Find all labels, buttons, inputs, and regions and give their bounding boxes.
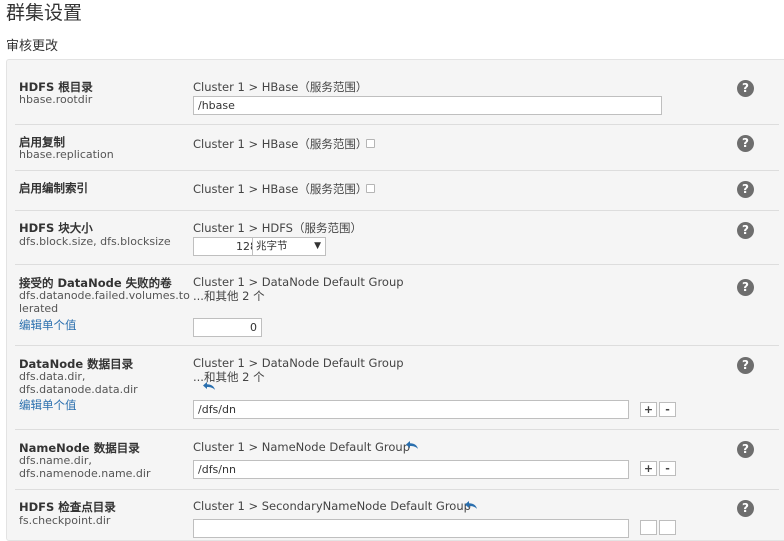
help-icon[interactable]: ? [737,357,754,374]
setting-key: dfs.datanode.failed.volumes.to [19,289,190,302]
setting-row-hbase-replication: 启用复制 hbase.replication Cluster 1 > HBase… [7,125,779,170]
setting-key: hbase.replication [19,148,114,161]
checkpoint-dir-input[interactable] [193,519,629,538]
edit-individual-values-link[interactable]: 编辑单个值 [19,317,77,333]
setting-key: dfs.name.dir, [19,454,92,467]
help-icon[interactable]: ? [737,222,754,239]
datanode-dir-input[interactable]: /dfs/dn [193,400,629,419]
setting-key: hbase.rootdir [19,93,93,106]
setting-key: dfs.datanode.data.dir [19,383,138,396]
failed-volumes-input[interactable]: 0 [193,318,262,337]
setting-key: dfs.data.dir, [19,370,86,383]
remove-value-button[interactable]: - [659,402,676,417]
setting-label: HDFS 检查点目录 [19,500,116,514]
setting-row-datanode-dir: DataNode 数据目录 dfs.data.dir, dfs.datanode… [7,346,779,429]
setting-key: dfs.block.size, dfs.blocksize [19,235,171,248]
setting-label: 启用编制索引 [19,181,88,195]
add-value-button[interactable]: + [640,461,657,476]
setting-row-failed-volumes: 接受的 DataNode 失败的卷 dfs.datanode.failed.vo… [7,265,779,345]
scope-label: Cluster 1 > DataNode Default Group [193,356,404,370]
setting-row-namenode-dir: NameNode 数据目录 dfs.name.dir, dfs.namenode… [7,430,779,489]
edit-individual-values-link[interactable]: 编辑单个值 [19,397,77,413]
remove-value-button[interactable]: - [659,461,676,476]
revert-arrow-icon[interactable] [464,500,478,510]
page-subtitle: 审核更改 [6,39,59,54]
page-title: 群集设置 [6,2,83,24]
setting-row-checkpoint-dir: HDFS 检查点目录 fs.checkpoint.dir Cluster 1 >… [7,490,779,540]
settings-panel: HDFS 根目录 hbase.rootdir Cluster 1 > HBase… [6,59,784,541]
scope-label: Cluster 1 > DataNode Default Group [193,275,404,289]
more-groups-label: ...和其他 2 个 [193,289,265,303]
unit-label: 兆字节 [256,240,288,252]
revert-arrow-icon[interactable] [405,440,419,450]
scope-label: Cluster 1 > HBase（服务范围） [193,137,368,151]
setting-key: dfs.namenode.name.dir [19,467,151,480]
setting-row-hbase-rootdir: HDFS 根目录 hbase.rootdir Cluster 1 > HBase… [7,60,779,124]
namenode-dir-input[interactable]: /dfs/nn [193,460,629,479]
help-icon[interactable]: ? [737,181,754,198]
scope-label: Cluster 1 > HDFS（服务范围） [193,221,362,235]
help-icon[interactable]: ? [737,441,754,458]
blocksize-unit-select[interactable]: 兆字节 ▼ [252,237,326,256]
replication-checkbox[interactable] [366,139,375,148]
scope-label: Cluster 1 > HBase（服务范围） [193,182,368,196]
scope-label: Cluster 1 > HBase（服务范围） [193,80,368,94]
setting-label: HDFS 块大小 [19,221,93,235]
chevron-down-icon: ▼ [314,241,321,251]
indexing-checkbox[interactable] [366,184,375,193]
help-icon[interactable]: ? [737,80,754,97]
setting-key: lerated [19,302,59,315]
help-icon[interactable]: ? [737,500,754,517]
scope-label: Cluster 1 > NameNode Default Group [193,440,411,454]
help-icon[interactable]: ? [737,135,754,152]
help-icon[interactable]: ? [737,279,754,296]
revert-arrow-icon[interactable] [202,381,216,391]
setting-key: fs.checkpoint.dir [19,514,111,527]
add-value-button[interactable]: + [640,402,657,417]
hbase-rootdir-input[interactable]: /hbase [193,96,662,115]
setting-row-indexing: 启用编制索引 Cluster 1 > HBase（服务范围） ? [7,171,779,210]
scope-label: Cluster 1 > SecondaryNameNode Default Gr… [193,499,471,513]
setting-row-blocksize: HDFS 块大小 dfs.block.size, dfs.blocksize C… [7,211,779,264]
